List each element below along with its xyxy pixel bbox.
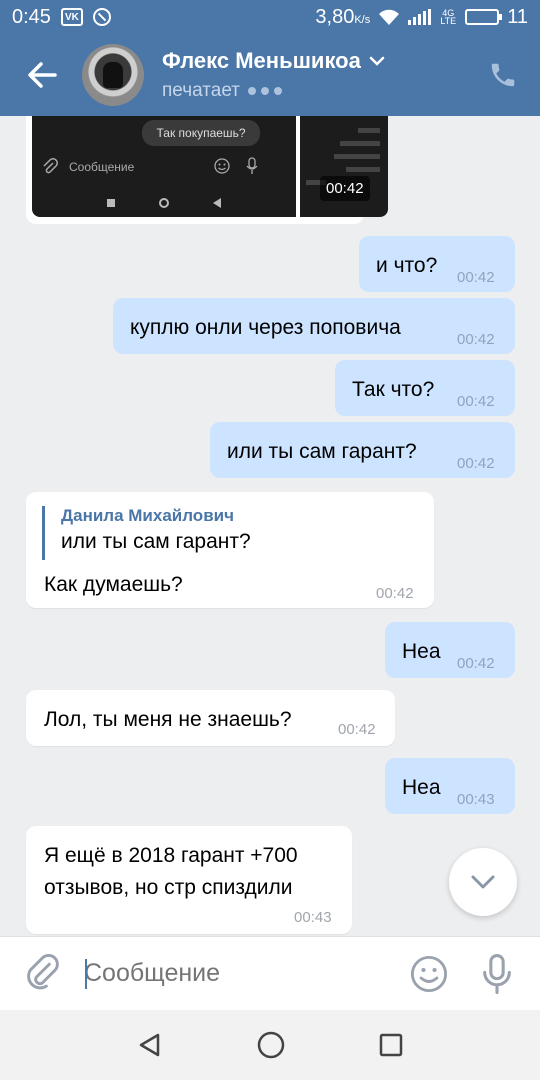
- chevron-down-icon: [471, 875, 495, 889]
- message-bubble-outgoing[interactable]: и что? 00:42: [359, 236, 515, 292]
- message-bubble-incoming[interactable]: Лол, ты меня не знаешь? 00:42: [26, 690, 395, 746]
- chat-header: Флекс Меньшикоа печатает: [0, 34, 540, 116]
- reply-text: или ты сам гарант?: [61, 530, 251, 553]
- call-button[interactable]: [488, 60, 518, 90]
- text-cursor: [85, 959, 87, 989]
- battery-level: 11: [507, 5, 528, 28]
- nav-back-icon: [213, 197, 221, 208]
- message-text: Лол, ты меня не знаешь?: [44, 708, 292, 731]
- message-text: Неа: [402, 640, 441, 663]
- attach-icon: [27, 953, 59, 989]
- message-bubble-incoming[interactable]: Я ещё в 2018 гарант +700 отзывов, но стр…: [26, 826, 352, 934]
- message-time: 00:42: [457, 331, 495, 348]
- message-text-line: отзывов, но стр спиздили: [44, 876, 293, 899]
- status-bar: 0:45 VK 3,80K/s 4G LTE 11: [0, 0, 540, 34]
- voice-message-button[interactable]: [480, 953, 514, 994]
- back-arrow-icon: [28, 62, 57, 88]
- network-speed: 3,80K/s: [315, 5, 371, 28]
- message-input[interactable]: [84, 953, 384, 994]
- message-bubble-outgoing[interactable]: Неа 00:43: [385, 758, 515, 814]
- network-type: 4G LTE: [440, 8, 457, 26]
- image-attachment-message[interactable]: Так покупаешь? Сообщение 00:42: [26, 116, 388, 224]
- nav-recents-icon[interactable]: [378, 1032, 404, 1058]
- screenshot-input-placeholder: Сообщение: [69, 160, 135, 174]
- back-button[interactable]: [22, 55, 62, 95]
- message-time: 00:43: [457, 791, 495, 808]
- typing-indicator: [247, 87, 282, 95]
- do-not-disturb-icon: [92, 8, 111, 26]
- message-time: 00:43: [294, 909, 332, 926]
- nav-home-icon[interactable]: [256, 1030, 286, 1060]
- phone-icon: [491, 63, 515, 87]
- message-time: 00:42: [457, 393, 495, 410]
- message-bubble-outgoing[interactable]: куплю онли через поповича 00:42: [113, 298, 515, 354]
- attach-icon: [43, 158, 58, 174]
- nav-home-icon: [159, 197, 169, 208]
- system-navigation-bar: [0, 1010, 540, 1080]
- emoji-icon: [410, 955, 448, 992]
- message-text-line: Я ещё в 2018 гарант +700: [44, 844, 298, 867]
- scroll-to-bottom-button[interactable]: [449, 848, 517, 916]
- contact-info[interactable]: Флекс Меньшикоа печатает: [162, 48, 385, 102]
- contact-avatar[interactable]: [82, 44, 144, 106]
- screenshot-navbar: [32, 188, 296, 217]
- chevron-down-icon: [369, 56, 385, 66]
- message-text: Так что?: [352, 378, 435, 401]
- message-time: 00:42: [457, 655, 495, 672]
- message-composer: [0, 936, 540, 1010]
- video-duration: 00:42: [320, 176, 370, 201]
- message-text: и что?: [376, 254, 438, 277]
- wifi-icon: [379, 9, 400, 25]
- reply-quote[interactable]: Данила Михайлович или ты сам гарант?: [42, 506, 251, 560]
- attachment-image-1[interactable]: Так покупаешь? Сообщение: [32, 116, 296, 217]
- message-bubble-outgoing[interactable]: Так что? 00:42: [335, 360, 515, 416]
- emoji-button[interactable]: [410, 955, 448, 993]
- nav-back-icon[interactable]: [136, 1031, 164, 1059]
- battery-icon: [465, 9, 503, 25]
- message-bubble-outgoing[interactable]: или ты сам гарант? 00:42: [210, 422, 515, 478]
- attachment-video[interactable]: 00:42: [300, 116, 388, 217]
- message-time: 00:42: [457, 455, 495, 472]
- message-time: 00:42: [457, 269, 495, 286]
- signal-icon: [408, 9, 432, 25]
- message-text: или ты сам гарант?: [227, 440, 417, 463]
- microphone-icon: [483, 953, 511, 994]
- message-bubble-incoming[interactable]: Данила Михайлович или ты сам гарант? Как…: [26, 492, 434, 608]
- reply-author: Данила Михайлович: [61, 506, 234, 525]
- message-text: куплю онли через поповича: [130, 316, 401, 339]
- message-bubble-outgoing[interactable]: Неа 00:42: [385, 622, 515, 678]
- vk-notification-icon: VK: [60, 8, 83, 26]
- message-list[interactable]: Так покупаешь? Сообщение 00:42 и что? 00…: [0, 116, 540, 936]
- contact-name: Флекс Меньшикоа: [162, 48, 361, 73]
- message-time: 00:42: [338, 721, 376, 738]
- contact-status: печатает: [162, 80, 240, 101]
- attach-button[interactable]: [24, 953, 64, 994]
- message-text: Неа: [402, 776, 441, 799]
- message-text: Как думаешь?: [44, 573, 183, 596]
- microphone-icon: [246, 157, 258, 174]
- screenshot-bubble: Так покупаешь?: [142, 120, 260, 146]
- message-time: 00:42: [376, 585, 414, 602]
- nav-recents-icon: [107, 198, 115, 207]
- emoji-icon: [214, 158, 230, 174]
- status-time: 0:45: [12, 5, 51, 28]
